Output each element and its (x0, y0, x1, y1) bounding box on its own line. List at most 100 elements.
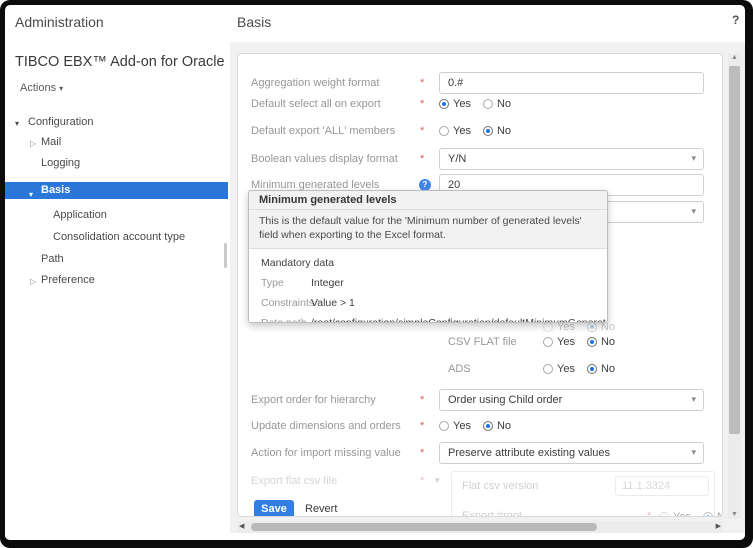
save-button[interactable]: Save (254, 500, 294, 517)
field-label: Export order for hierarchy (251, 394, 376, 406)
radio-icon[interactable] (587, 364, 597, 374)
flat-csv-version-input[interactable] (615, 476, 709, 496)
field-label: Default select all on export (251, 98, 381, 110)
radio-icon[interactable] (439, 126, 449, 136)
admin-title: Administration (15, 14, 104, 30)
field-csv-flat-file: CSV FLAT file Yes No (238, 335, 722, 349)
field-help-tooltip: Minimum generated levels This is the def… (248, 190, 608, 323)
field-label: Action for import missing value (251, 447, 401, 459)
radio-icon[interactable] (483, 99, 493, 109)
aggregation-weight-format-input[interactable] (439, 72, 704, 94)
field-label: Export flat csv file (251, 475, 337, 487)
required-marker: * (420, 153, 424, 165)
field-label: CSV FLAT file (448, 336, 517, 348)
revert-button[interactable]: Revert (305, 503, 337, 515)
radio-icon[interactable] (587, 322, 597, 332)
sidebar-item-basis[interactable]: ▾ Basis (5, 182, 228, 199)
field-label: Default export 'ALL' members (251, 125, 395, 137)
required-marker: * (420, 125, 424, 137)
radio-icon[interactable] (659, 512, 669, 517)
sidebar-item-preference[interactable]: ▷ Preference (5, 273, 228, 287)
field-ads: ADS Yes No (238, 362, 722, 376)
scroll-up-icon[interactable]: ▲ (728, 54, 741, 61)
field-label: Update dimensions and orders (251, 420, 401, 432)
actions-label: Actions (20, 82, 56, 94)
window-frame: Administration Basis ? TIBCO EBX™ Add-on… (0, 0, 753, 548)
required-marker: * (420, 98, 424, 110)
radio-yes[interactable]: Yes (439, 420, 471, 432)
radio-yes[interactable]: Yes (439, 125, 471, 137)
tooltip-row-constraints: Constraints Value > 1 (249, 293, 607, 313)
export-order-select[interactable]: Order using Child order (439, 389, 704, 411)
actions-menu-button[interactable]: Actions ▾ (20, 82, 63, 94)
sidebar-item-mail[interactable]: ▷ Mail (5, 135, 228, 149)
sidebar-item-path[interactable]: Path (5, 252, 228, 266)
sidebar-item-configuration[interactable]: ▾ Configuration (5, 115, 228, 129)
radio-no[interactable]: No (703, 511, 723, 517)
group-collapse-icon[interactable]: ▾ (435, 475, 440, 486)
vertical-scrollbar[interactable]: ▲ ▼ (728, 53, 741, 519)
field-action-import-missing: Action for import missing value * Preser… (238, 442, 722, 464)
chevron-down-icon: ▾ (59, 84, 63, 93)
radio-yes[interactable]: Yes (543, 336, 575, 348)
radio-icon[interactable] (703, 512, 713, 517)
tooltip-row-type: Type Integer (249, 273, 607, 293)
required-marker: * (647, 510, 651, 517)
radio-no[interactable]: No (483, 98, 511, 110)
field-default-export-all: Default export 'ALL' members * Yes No (238, 124, 722, 138)
collapsed-arrow-icon[interactable]: ▷ (30, 275, 36, 289)
sidebar-item-consolidation-account-type[interactable]: Consolidation account type (5, 230, 228, 244)
page-title: Basis (237, 14, 271, 30)
radio-icon[interactable] (483, 421, 493, 431)
sidebar-item-logging[interactable]: Logging (5, 156, 228, 170)
help-icon[interactable]: ? (732, 13, 739, 27)
field-label: Export #root (462, 510, 522, 517)
scroll-down-icon[interactable]: ▼ (728, 511, 741, 518)
horizontal-scrollbar-thumb[interactable] (251, 523, 597, 531)
radio-yes[interactable]: Yes (439, 98, 471, 110)
field-label: Flat csv version (462, 480, 538, 492)
tooltip-body: Mandatory data Type Integer Constraints … (249, 249, 607, 323)
field-label: ADS (448, 363, 471, 375)
expanded-arrow-icon[interactable]: ▾ (15, 117, 19, 131)
scroll-left-icon[interactable]: ◀ (239, 522, 244, 530)
radio-icon[interactable] (543, 337, 553, 347)
radio-icon[interactable] (543, 364, 553, 374)
radio-icon[interactable] (483, 126, 493, 136)
field-default-select-all: Default select all on export * Yes No (238, 97, 722, 111)
field-aggregation-weight-format: Aggregation weight format * (238, 72, 722, 94)
required-marker: * (420, 77, 424, 89)
expanded-arrow-icon[interactable]: ▾ (29, 186, 33, 203)
radio-yes[interactable]: Yes (543, 363, 575, 375)
tooltip-title: Minimum generated levels (249, 191, 607, 210)
export-flat-csv-subpanel: Flat csv version Export #root * Yes No (451, 471, 715, 517)
radio-yes[interactable]: Yes (659, 511, 691, 517)
boolean-format-select[interactable]: Y/N (439, 148, 704, 170)
app-window: Administration Basis ? TIBCO EBX™ Add-on… (5, 5, 745, 540)
sidebar-item-application[interactable]: Application (5, 208, 228, 222)
scroll-right-icon[interactable]: ▶ (716, 522, 721, 530)
field-label: Aggregation weight format (251, 77, 379, 89)
tooltip-section-title: Mandatory data (249, 254, 607, 273)
required-marker: * (420, 475, 424, 487)
radio-no[interactable]: No (483, 420, 511, 432)
sidebar: TIBCO EBX™ Add-on for Oracle Actions ▾ ▾… (5, 42, 230, 540)
field-label: Boolean values display format (251, 153, 398, 165)
sidebar-scrollbar-thumb[interactable] (224, 243, 227, 268)
required-marker: * (420, 420, 424, 432)
app-title: TIBCO EBX™ Add-on for Oracle (15, 54, 225, 70)
horizontal-scrollbar[interactable]: ◀ ▶ (237, 521, 723, 533)
radio-no[interactable]: No (587, 363, 615, 375)
action-import-select[interactable]: Preserve attribute existing values (439, 442, 704, 464)
tooltip-description: This is the default value for the 'Minim… (249, 210, 607, 249)
required-marker: * (420, 447, 424, 459)
radio-no[interactable]: No (587, 336, 615, 348)
radio-no[interactable]: No (483, 125, 511, 137)
collapsed-arrow-icon[interactable]: ▷ (30, 137, 36, 151)
vertical-scrollbar-thumb[interactable] (729, 66, 740, 434)
radio-icon[interactable] (439, 99, 449, 109)
tooltip-row-data-path: Data path /root/configuration/simpleConf… (249, 313, 607, 323)
radio-icon[interactable] (543, 322, 553, 332)
radio-icon[interactable] (439, 421, 449, 431)
radio-icon[interactable] (587, 337, 597, 347)
